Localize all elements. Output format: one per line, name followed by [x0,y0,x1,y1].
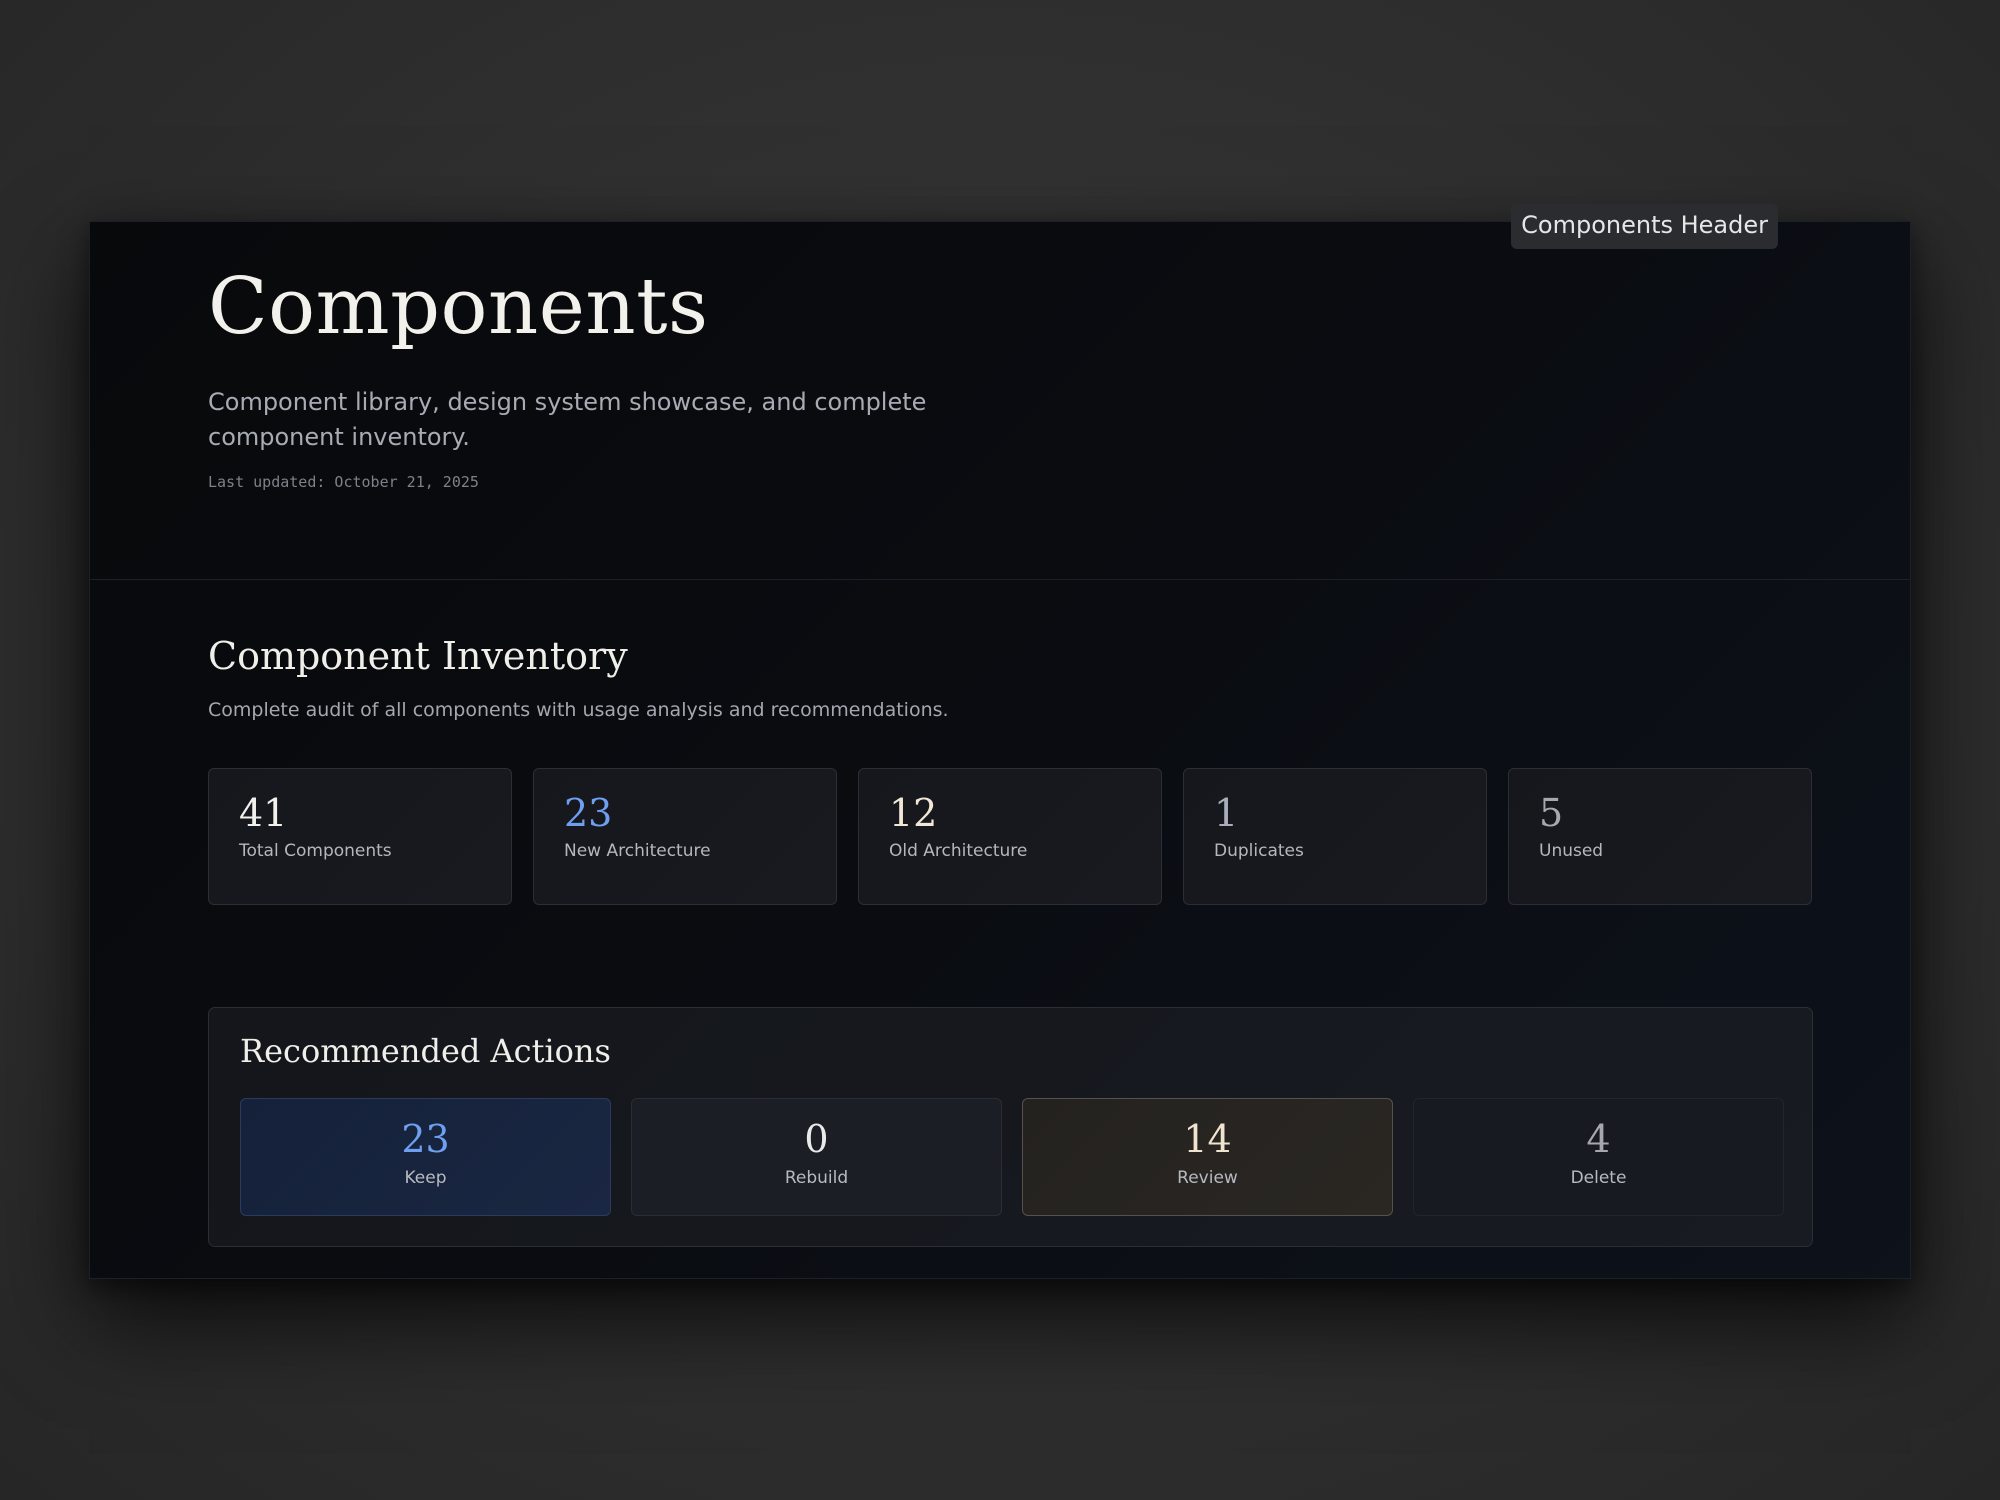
stat-label: Unused [1539,841,1604,861]
stat-value: 12 [889,791,938,835]
action-value: 4 [1586,1117,1611,1161]
stat-card-new-architecture: 23 New Architecture [533,768,837,905]
stat-card-duplicates: 1 Duplicates [1183,768,1487,905]
recommended-actions-panel: Recommended Actions 23 Keep 0 Rebuild 14… [208,1007,1813,1247]
action-tile-review[interactable]: 14 Review [1022,1098,1393,1216]
stat-card-unused: 5 Unused [1508,768,1812,905]
action-label: Rebuild [784,1168,849,1188]
stat-label: Total Components [239,841,392,861]
stat-card-old-architecture: 12 Old Architecture [858,768,1162,905]
page-title: Components [208,262,709,352]
stat-value: 1 [1214,791,1239,835]
last-updated-text: Last updated: October 21, 2025 [208,473,479,491]
action-tile-rebuild[interactable]: 0 Rebuild [631,1098,1002,1216]
stat-label: Old Architecture [889,841,1028,861]
stat-value: 23 [564,791,613,835]
stat-card-total-components: 41 Total Components [208,768,512,905]
page-subtitle: Component library, design system showcas… [208,388,927,451]
recommended-actions-title: Recommended Actions [240,1032,611,1070]
stat-value: 5 [1539,791,1564,835]
recommended-actions-row: 23 Keep 0 Rebuild 14 Review 4 Delete [240,1098,1784,1216]
action-value: 23 [401,1117,450,1161]
action-tile-keep[interactable]: 23 Keep [240,1098,611,1216]
inventory-title: Component Inventory [208,634,628,678]
components-header: Components Component library, design sys… [90,222,1910,580]
action-value: 14 [1183,1117,1232,1161]
inventory-description: Complete audit of all components with us… [208,699,949,721]
action-label: Keep [404,1168,447,1188]
stat-value: 41 [239,791,288,835]
action-label: Review [1177,1168,1238,1188]
stat-label: Duplicates [1214,841,1304,861]
components-window: Components Header Components Component l… [89,204,1911,1279]
stat-label: New Architecture [564,841,711,861]
action-label: Delete [1570,1168,1627,1188]
action-value: 0 [804,1117,829,1161]
action-tile-delete[interactable]: 4 Delete [1413,1098,1784,1216]
inventory-stats: 41 Total Components 23 New Architecture … [208,768,1812,905]
